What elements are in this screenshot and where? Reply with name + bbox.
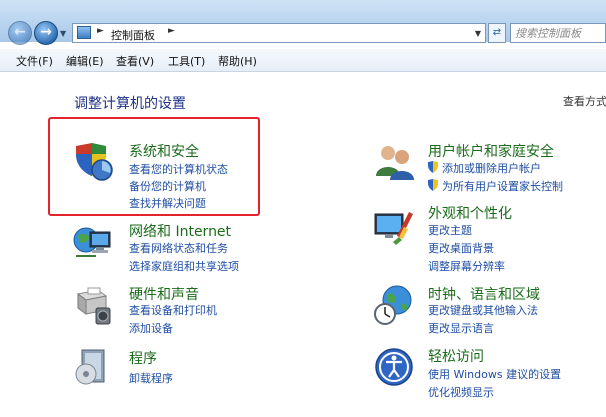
address-dropdown-icon[interactable]: ▼	[475, 29, 481, 38]
link-change-background[interactable]: 更改桌面背景	[428, 240, 494, 256]
link-uninstall-program[interactable]: 卸载程序	[129, 370, 173, 386]
link-view-computer-status[interactable]: 查看您的计算机状态	[129, 161, 228, 177]
category-system-security-title[interactable]: 系统和安全	[129, 141, 199, 161]
forward-button[interactable]: →	[34, 21, 58, 45]
chevron-right-icon[interactable]: ►	[97, 26, 104, 36]
link-change-theme[interactable]: 更改主题	[428, 222, 472, 238]
category-network-title[interactable]: 网络和 Internet	[129, 221, 231, 241]
link-windows-recommended[interactable]: 使用 Windows 建议的设置	[428, 366, 561, 382]
address-bar-area: ← → ▼ ► 控制面板 ► ▼ ⇄	[0, 0, 606, 45]
view-by-label[interactable]: 查看方式	[563, 93, 606, 109]
link-homegroup-sharing[interactable]: 选择家庭组和共享选项	[129, 258, 239, 274]
link-backup-computer[interactable]: 备份您的计算机	[129, 178, 206, 194]
category-clock-title[interactable]: 时钟、语言和区域	[428, 284, 540, 304]
search-box[interactable]	[510, 23, 606, 43]
breadcrumb-control-panel[interactable]: 控制面板	[111, 27, 155, 43]
chevron-right-icon[interactable]: ►	[168, 26, 175, 36]
link-add-device[interactable]: 添加设备	[129, 320, 173, 336]
system-security-icon[interactable]	[72, 140, 114, 182]
control-panel-icon	[77, 26, 91, 39]
recent-pages-dropdown[interactable]: ▼	[60, 29, 66, 38]
link-troubleshoot[interactable]: 查找并解决问题	[129, 195, 206, 211]
appearance-icon[interactable]	[373, 206, 415, 248]
category-ease-title[interactable]: 轻松访问	[428, 346, 484, 366]
menu-view[interactable]: 查看(V)	[116, 53, 154, 69]
link-screen-resolution[interactable]: 调整屏幕分辨率	[428, 258, 505, 274]
refresh-button[interactable]: ⇄	[488, 23, 506, 43]
link-add-remove-users[interactable]: 添加或删除用户帐户	[442, 160, 541, 176]
menu-file[interactable]: 文件(F)	[16, 53, 53, 69]
menu-bar: 文件(F) 编辑(E) 查看(V) 工具(T) 帮助(H)	[0, 49, 606, 72]
link-parental-controls[interactable]: 为所有用户设置家长控制	[442, 178, 563, 194]
uac-shield-icon	[428, 161, 438, 173]
user-accounts-icon[interactable]	[373, 140, 415, 182]
search-input[interactable]	[515, 25, 603, 41]
link-display-language[interactable]: 更改显示语言	[428, 320, 494, 336]
address-box[interactable]: ► 控制面板 ► ▼	[72, 23, 486, 43]
uac-shield-icon	[428, 179, 438, 191]
page-title: 调整计算机的设置	[74, 96, 186, 112]
link-devices-printers[interactable]: 查看设备和打印机	[129, 302, 217, 318]
back-button[interactable]: ←	[8, 21, 32, 45]
hardware-sound-icon[interactable]	[72, 284, 114, 326]
category-programs-title[interactable]: 程序	[129, 348, 157, 368]
link-keyboard-input[interactable]: 更改键盘或其他输入法	[428, 302, 538, 318]
programs-icon[interactable]	[72, 346, 114, 388]
menu-edit[interactable]: 编辑(E)	[66, 53, 104, 69]
menu-tools[interactable]: 工具(T)	[168, 53, 205, 69]
link-optimize-display[interactable]: 优化视频显示	[428, 384, 494, 400]
link-network-status[interactable]: 查看网络状态和任务	[129, 240, 228, 256]
clock-language-region-icon[interactable]	[373, 284, 415, 326]
menu-help[interactable]: 帮助(H)	[218, 53, 257, 69]
category-user-accounts-title[interactable]: 用户帐户和家庭安全	[428, 141, 554, 161]
ease-of-access-icon[interactable]	[373, 346, 415, 388]
network-internet-icon[interactable]	[72, 222, 114, 264]
category-appearance-title[interactable]: 外观和个性化	[428, 203, 512, 223]
category-hardware-title[interactable]: 硬件和声音	[129, 284, 199, 304]
